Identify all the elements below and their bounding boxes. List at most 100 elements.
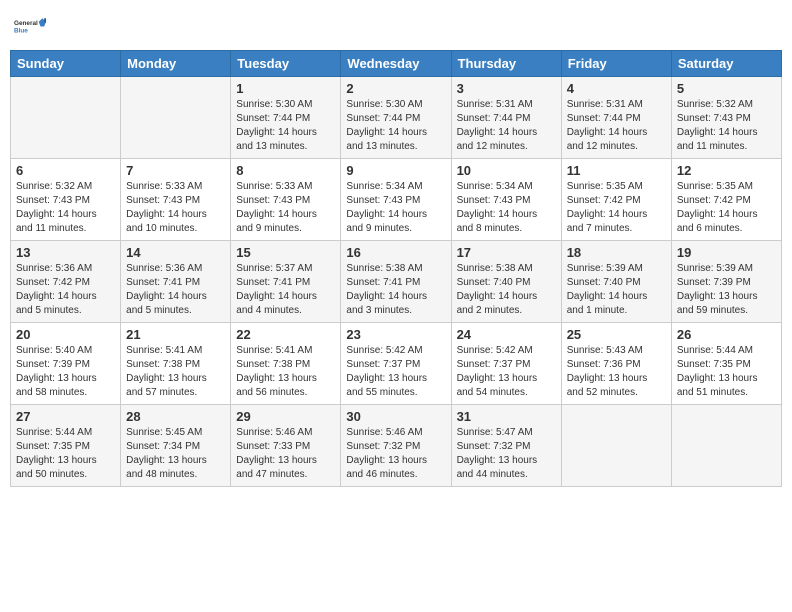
weekday-header-tuesday: Tuesday: [231, 51, 341, 77]
day-number: 19: [677, 245, 776, 260]
day-info: Sunrise: 5:45 AM Sunset: 7:34 PM Dayligh…: [126, 426, 225, 482]
day-number: 26: [677, 327, 776, 342]
calendar-cell: 24 Sunrise: 5:42 AM Sunset: 7:37 PM Dayli…: [451, 323, 561, 405]
calendar-cell: 12 Sunrise: 5:35 AM Sunset: 7:42 PM Dayli…: [671, 159, 781, 241]
day-info: Sunrise: 5:40 AM Sunset: 7:39 PM Dayligh…: [16, 344, 115, 400]
page-header: General Blue: [10, 10, 782, 42]
calendar-cell: 3 Sunrise: 5:31 AM Sunset: 7:44 PM Daylig…: [451, 77, 561, 159]
calendar-cell: 1 Sunrise: 5:30 AM Sunset: 7:44 PM Daylig…: [231, 77, 341, 159]
calendar-cell: [121, 77, 231, 159]
day-number: 21: [126, 327, 225, 342]
day-info: Sunrise: 5:31 AM Sunset: 7:44 PM Dayligh…: [457, 98, 556, 154]
day-number: 1: [236, 81, 335, 96]
calendar-cell: 19 Sunrise: 5:39 AM Sunset: 7:39 PM Dayli…: [671, 241, 781, 323]
day-info: Sunrise: 5:33 AM Sunset: 7:43 PM Dayligh…: [236, 180, 335, 236]
calendar-week-row: 20 Sunrise: 5:40 AM Sunset: 7:39 PM Dayli…: [11, 323, 782, 405]
calendar-cell: 26 Sunrise: 5:44 AM Sunset: 7:35 PM Dayli…: [671, 323, 781, 405]
day-number: 23: [346, 327, 445, 342]
day-number: 31: [457, 409, 556, 424]
day-number: 9: [346, 163, 445, 178]
calendar-cell: 31 Sunrise: 5:47 AM Sunset: 7:32 PM Dayli…: [451, 405, 561, 487]
calendar-cell: 7 Sunrise: 5:33 AM Sunset: 7:43 PM Daylig…: [121, 159, 231, 241]
logo: General Blue: [14, 10, 46, 42]
day-info: Sunrise: 5:46 AM Sunset: 7:32 PM Dayligh…: [346, 426, 445, 482]
calendar-cell: 17Sunrise: 5:38 AM Sunset: 7:40 PM Dayli…: [451, 241, 561, 323]
day-info: Sunrise: 5:30 AM Sunset: 7:44 PM Dayligh…: [236, 98, 335, 154]
day-number: 11: [567, 163, 666, 178]
calendar-cell: 9 Sunrise: 5:34 AM Sunset: 7:43 PM Daylig…: [341, 159, 451, 241]
calendar-cell: [561, 405, 671, 487]
day-info: Sunrise: 5:41 AM Sunset: 7:38 PM Dayligh…: [126, 344, 225, 400]
day-info: Sunrise: 5:33 AM Sunset: 7:43 PM Dayligh…: [126, 180, 225, 236]
day-number: 12: [677, 163, 776, 178]
day-number: 10: [457, 163, 556, 178]
day-info: Sunrise: 5:35 AM Sunset: 7:42 PM Dayligh…: [567, 180, 666, 236]
calendar-cell: 8 Sunrise: 5:33 AM Sunset: 7:43 PM Daylig…: [231, 159, 341, 241]
day-info: Sunrise: 5:44 AM Sunset: 7:35 PM Dayligh…: [16, 426, 115, 482]
day-number: 3: [457, 81, 556, 96]
day-info: Sunrise: 5:35 AM Sunset: 7:42 PM Dayligh…: [677, 180, 776, 236]
day-info: Sunrise: 5:39 AM Sunset: 7:39 PM Dayligh…: [677, 262, 776, 318]
day-number: 29: [236, 409, 335, 424]
calendar-cell: 14 Sunrise: 5:36 AM Sunset: 7:41 PM Dayli…: [121, 241, 231, 323]
day-info: Sunrise: 5:32 AM Sunset: 7:43 PM Dayligh…: [16, 180, 115, 236]
logo-icon: General Blue: [14, 10, 46, 42]
day-info: Sunrise: 5:43 AM Sunset: 7:36 PM Dayligh…: [567, 344, 666, 400]
weekday-header-wednesday: Wednesday: [341, 51, 451, 77]
day-number: 22: [236, 327, 335, 342]
svg-text:General: General: [14, 20, 38, 27]
calendar-cell: 27Sunrise: 5:44 AM Sunset: 7:35 PM Dayli…: [11, 405, 121, 487]
day-info: Sunrise: 5:44 AM Sunset: 7:35 PM Dayligh…: [677, 344, 776, 400]
day-info: Sunrise: 5:32 AM Sunset: 7:43 PM Dayligh…: [677, 98, 776, 154]
weekday-header-friday: Friday: [561, 51, 671, 77]
day-info: Sunrise: 5:38 AM Sunset: 7:41 PM Dayligh…: [346, 262, 445, 318]
day-info: Sunrise: 5:30 AM Sunset: 7:44 PM Dayligh…: [346, 98, 445, 154]
day-number: 13: [16, 245, 115, 260]
day-number: 18: [567, 245, 666, 260]
day-number: 5: [677, 81, 776, 96]
day-number: 6: [16, 163, 115, 178]
calendar-cell: 4 Sunrise: 5:31 AM Sunset: 7:44 PM Daylig…: [561, 77, 671, 159]
calendar-cell: 16 Sunrise: 5:38 AM Sunset: 7:41 PM Dayli…: [341, 241, 451, 323]
calendar-cell: 25 Sunrise: 5:43 AM Sunset: 7:36 PM Dayli…: [561, 323, 671, 405]
weekday-header-row: SundayMondayTuesdayWednesdayThursdayFrid…: [11, 51, 782, 77]
calendar-week-row: 1 Sunrise: 5:30 AM Sunset: 7:44 PM Daylig…: [11, 77, 782, 159]
day-info: Sunrise: 5:46 AM Sunset: 7:33 PM Dayligh…: [236, 426, 335, 482]
calendar-cell: 15Sunrise: 5:37 AM Sunset: 7:41 PM Dayli…: [231, 241, 341, 323]
day-number: 25: [567, 327, 666, 342]
day-info: Sunrise: 5:42 AM Sunset: 7:37 PM Dayligh…: [457, 344, 556, 400]
day-info: Sunrise: 5:39 AM Sunset: 7:40 PM Dayligh…: [567, 262, 666, 318]
day-info: Sunrise: 5:36 AM Sunset: 7:41 PM Dayligh…: [126, 262, 225, 318]
day-info: Sunrise: 5:47 AM Sunset: 7:32 PM Dayligh…: [457, 426, 556, 482]
calendar-cell: 30 Sunrise: 5:46 AM Sunset: 7:32 PM Dayli…: [341, 405, 451, 487]
day-number: 16: [346, 245, 445, 260]
day-number: 30: [346, 409, 445, 424]
day-info: Sunrise: 5:38 AM Sunset: 7:40 PM Dayligh…: [457, 262, 556, 318]
svg-text:Blue: Blue: [14, 27, 28, 34]
calendar-cell: 18 Sunrise: 5:39 AM Sunset: 7:40 PM Dayli…: [561, 241, 671, 323]
calendar-cell: 20 Sunrise: 5:40 AM Sunset: 7:39 PM Dayli…: [11, 323, 121, 405]
calendar-cell: 5 Sunrise: 5:32 AM Sunset: 7:43 PM Daylig…: [671, 77, 781, 159]
calendar-table: SundayMondayTuesdayWednesdayThursdayFrid…: [10, 50, 782, 487]
day-number: 7: [126, 163, 225, 178]
calendar-cell: 2 Sunrise: 5:30 AM Sunset: 7:44 PM Daylig…: [341, 77, 451, 159]
weekday-header-monday: Monday: [121, 51, 231, 77]
calendar-cell: [11, 77, 121, 159]
calendar-cell: 28Sunrise: 5:45 AM Sunset: 7:34 PM Dayli…: [121, 405, 231, 487]
calendar-cell: 21 Sunrise: 5:41 AM Sunset: 7:38 PM Dayli…: [121, 323, 231, 405]
day-number: 8: [236, 163, 335, 178]
day-info: Sunrise: 5:31 AM Sunset: 7:44 PM Dayligh…: [567, 98, 666, 154]
calendar-cell: 10Sunrise: 5:34 AM Sunset: 7:43 PM Dayli…: [451, 159, 561, 241]
calendar-cell: 11 Sunrise: 5:35 AM Sunset: 7:42 PM Dayli…: [561, 159, 671, 241]
day-info: Sunrise: 5:34 AM Sunset: 7:43 PM Dayligh…: [346, 180, 445, 236]
day-number: 15: [236, 245, 335, 260]
day-number: 24: [457, 327, 556, 342]
calendar-cell: [671, 405, 781, 487]
weekday-header-saturday: Saturday: [671, 51, 781, 77]
calendar-cell: 29 Sunrise: 5:46 AM Sunset: 7:33 PM Dayli…: [231, 405, 341, 487]
day-number: 14: [126, 245, 225, 260]
day-number: 4: [567, 81, 666, 96]
day-number: 2: [346, 81, 445, 96]
day-info: Sunrise: 5:41 AM Sunset: 7:38 PM Dayligh…: [236, 344, 335, 400]
day-number: 20: [16, 327, 115, 342]
